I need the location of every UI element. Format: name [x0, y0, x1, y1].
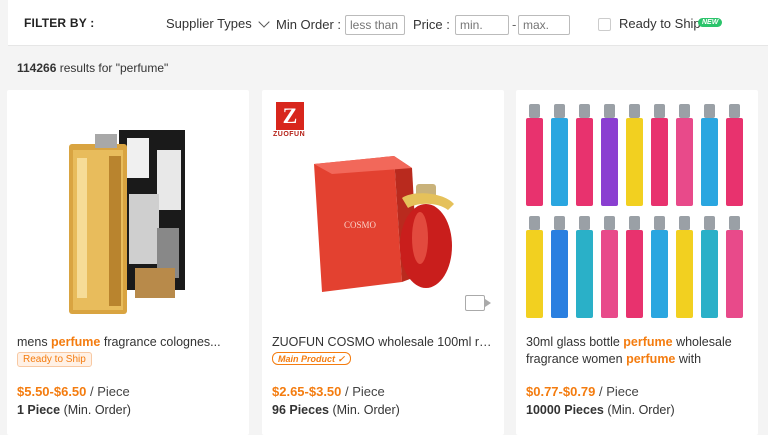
perfume-vials-image [516, 98, 758, 324]
product-image[interactable] [7, 98, 249, 324]
price-min-input[interactable] [455, 15, 509, 35]
moq-qty: 96 Pieces [272, 403, 329, 417]
price-unit: / Piece [341, 384, 385, 399]
price-separator: - [512, 17, 517, 32]
price-unit: / Piece [595, 384, 639, 399]
price-amount: $0.77-$0.79 [526, 384, 596, 399]
product-card[interactable]: 30ml glass bottle perfume wholesale frag… [516, 90, 758, 435]
price-max-input[interactable] [518, 15, 570, 35]
title-text: fragrance colognes... [100, 335, 221, 349]
title-text: 30ml glass bottle [526, 335, 624, 349]
min-order: 10000 Pieces (Min. Order) [526, 403, 675, 417]
filter-bar: FILTER BY : Supplier Types Min Order : P… [8, 0, 768, 46]
ready-to-ship-checkbox[interactable] [598, 18, 611, 31]
moq-label: (Min. Order) [603, 403, 675, 417]
supplier-types-dropdown[interactable]: Supplier Types [166, 15, 270, 31]
product-card[interactable]: COSMO ZUOFUN ZUOFUN COSMO wholesale 100m… [262, 90, 504, 435]
filter-by-label: FILTER BY : [24, 16, 95, 30]
main-product-badge: Main Product ✓ [272, 352, 352, 365]
results-summary: 114266 results for "perfume" [17, 61, 168, 75]
price-label: Price : [413, 17, 450, 32]
results-text: results for "perfume" [56, 61, 169, 75]
chevron-down-icon [258, 15, 270, 28]
product-image[interactable] [516, 98, 758, 324]
supplier-types-label: Supplier Types [166, 16, 252, 31]
title-text: mens [17, 335, 52, 349]
min-order-label: Min Order : [276, 17, 342, 32]
logo-text: ZUOFUN [273, 131, 306, 138]
results-count: 114266 [17, 61, 57, 75]
svg-text:COSMO: COSMO [344, 220, 377, 230]
title-highlight: perfume [623, 335, 673, 349]
min-order: 1 Piece (Min. Order) [17, 403, 131, 417]
cologne-bottle-image [7, 98, 249, 324]
video-icon[interactable] [465, 295, 491, 311]
product-price: $0.77-$0.79 / Piece [526, 384, 639, 399]
ready-to-ship-label[interactable]: Ready to Ship [619, 16, 701, 31]
moq-qty: 10000 Pieces [526, 403, 604, 417]
product-price: $2.65-$3.50 / Piece [272, 384, 385, 399]
price-unit: / Piece [86, 384, 130, 399]
price-amount: $5.50-$6.50 [17, 384, 87, 399]
product-price: $5.50-$6.50 / Piece [17, 384, 130, 399]
product-image[interactable]: COSMO ZUOFUN [262, 98, 504, 324]
ready-to-ship-badge: Ready to Ship [17, 352, 92, 367]
title-highlight: perfume [626, 352, 676, 366]
zuofun-logo [276, 102, 304, 130]
product-title[interactable]: 30ml glass bottle perfume wholesale frag… [526, 334, 751, 368]
moq-label: (Min. Order) [60, 403, 131, 417]
moq-label: (Min. Order) [329, 403, 400, 417]
min-order-input[interactable] [345, 15, 405, 35]
product-card[interactable]: mens perfume fragrance colognes... Ready… [7, 90, 249, 435]
moq-qty: 1 Piece [17, 403, 61, 417]
new-badge: NEW [698, 18, 723, 27]
min-order: 96 Pieces (Min. Order) [272, 403, 400, 417]
title-highlight: perfume [51, 335, 101, 349]
price-amount: $2.65-$3.50 [272, 384, 342, 399]
product-title[interactable]: mens perfume fragrance colognes... [17, 334, 242, 351]
product-title[interactable]: ZUOFUN COSMO wholesale 100ml red... [272, 334, 497, 351]
